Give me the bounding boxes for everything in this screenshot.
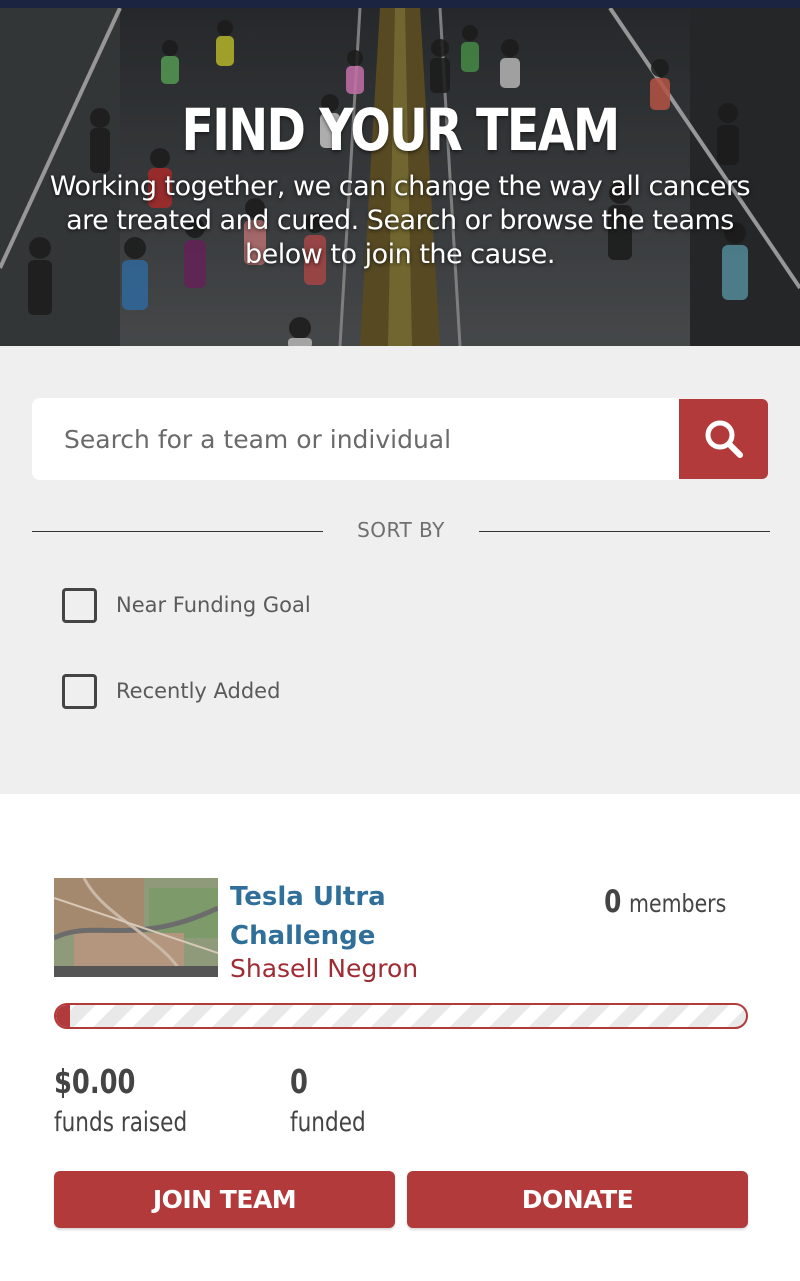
hero-subtitle: Working together, we can change the way … <box>49 171 751 270</box>
members-number: 0 <box>603 884 622 920</box>
divider-line-right <box>479 531 770 532</box>
sort-by-label: SORT BY <box>357 518 445 542</box>
progress-fill <box>56 1005 70 1027</box>
search-panel: SORT BY Near Funding Goal Recently Added <box>0 346 800 794</box>
funded-label: funded <box>290 1107 366 1138</box>
page-title: FIND YOUR TEAM <box>181 96 620 164</box>
team-captain-link[interactable]: Shasell Negron <box>230 954 418 983</box>
funding-progress-bar <box>54 1003 748 1029</box>
top-bar <box>0 0 800 8</box>
team-card: Tesla Ultra Challenge Shasell Negron 0 m… <box>0 794 800 1281</box>
sort-option-recently-added[interactable]: Recently Added <box>62 673 280 709</box>
search-button[interactable] <box>679 399 768 479</box>
team-name-link[interactable]: Tesla Ultra Challenge <box>230 878 460 956</box>
checkbox[interactable] <box>62 673 97 709</box>
funded-value: 0 <box>290 1062 308 1101</box>
team-thumbnail[interactable] <box>54 878 218 977</box>
checkbox-label: Near Funding Goal <box>116 593 311 617</box>
sort-option-near-funding-goal[interactable]: Near Funding Goal <box>62 587 311 623</box>
funds-raised-label: funds raised <box>54 1107 188 1138</box>
checkbox[interactable] <box>62 587 97 623</box>
checkbox-label: Recently Added <box>116 679 281 703</box>
search-icon <box>705 420 743 458</box>
hero-banner: FIND YOUR TEAM Working together, we can … <box>0 8 800 346</box>
map-thumbnail-image <box>54 878 218 977</box>
members-label: members <box>629 889 727 918</box>
divider-line-left <box>32 531 323 532</box>
sort-by-divider: SORT BY <box>32 516 770 546</box>
join-team-button[interactable]: JOIN TEAM <box>54 1171 395 1228</box>
funds-raised-value: $0.00 <box>54 1062 136 1101</box>
members-count: 0 members <box>602 884 748 920</box>
search-input[interactable] <box>32 398 679 480</box>
donate-button[interactable]: DONATE <box>407 1171 748 1228</box>
